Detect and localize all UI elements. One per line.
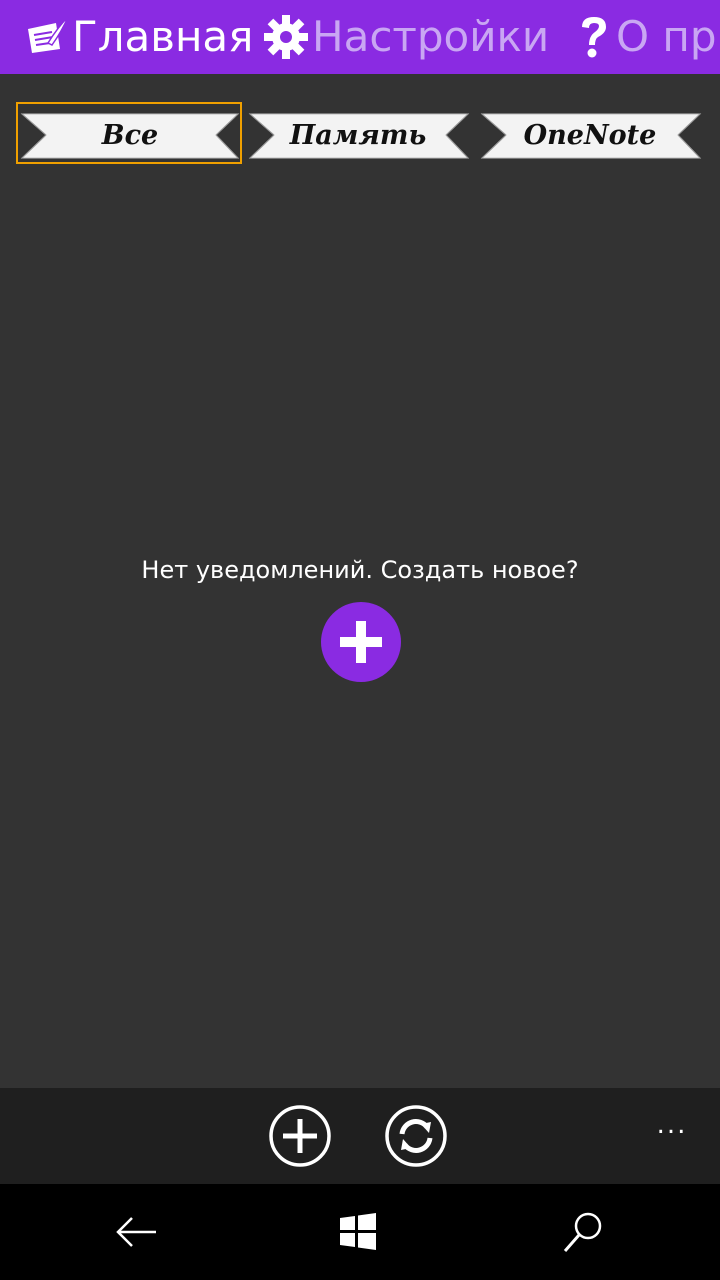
windows-logo-icon — [340, 1213, 376, 1250]
more-options-button[interactable]: ... — [648, 1110, 696, 1140]
add-circle-icon — [269, 1105, 331, 1167]
sync-circle-icon — [385, 1105, 447, 1167]
back-arrow-icon — [116, 1217, 156, 1247]
filter-bar: Все Память OneNote — [0, 102, 720, 168]
pivot-tab-settings[interactable]: Настройки — [262, 0, 549, 74]
system-nav-bar — [0, 1184, 720, 1280]
pivot-header: Главная Настройки О при — [0, 0, 720, 74]
create-new-button[interactable] — [321, 602, 401, 682]
start-button[interactable] — [334, 1208, 382, 1256]
filter-label: Память — [289, 119, 427, 151]
search-button[interactable] — [560, 1208, 608, 1256]
back-button[interactable] — [112, 1208, 160, 1256]
pivot-tab-label: Настройки — [312, 12, 550, 61]
add-button[interactable] — [268, 1104, 332, 1168]
filter-all[interactable]: Все — [20, 106, 240, 164]
filter-onenote[interactable]: OneNote — [480, 106, 702, 164]
pivot-tab-label: Главная — [72, 12, 254, 61]
question-icon — [582, 17, 606, 58]
gear-icon — [264, 15, 308, 59]
search-icon — [563, 1212, 602, 1252]
app-bar: ... — [0, 1088, 720, 1184]
filter-memory[interactable]: Память — [248, 106, 470, 164]
pivot-tab-about[interactable]: О при — [574, 0, 720, 74]
pivot-tab-label: О при — [616, 12, 720, 61]
pivot-tab-main[interactable]: Главная — [22, 0, 253, 74]
plus-icon — [340, 621, 382, 663]
filter-label: Все — [101, 119, 159, 151]
empty-state-message: Нет уведомлений. Создать новое? — [141, 556, 579, 584]
quill-note-icon — [28, 16, 69, 53]
filter-label: OneNote — [523, 119, 657, 151]
sync-button[interactable] — [384, 1104, 448, 1168]
